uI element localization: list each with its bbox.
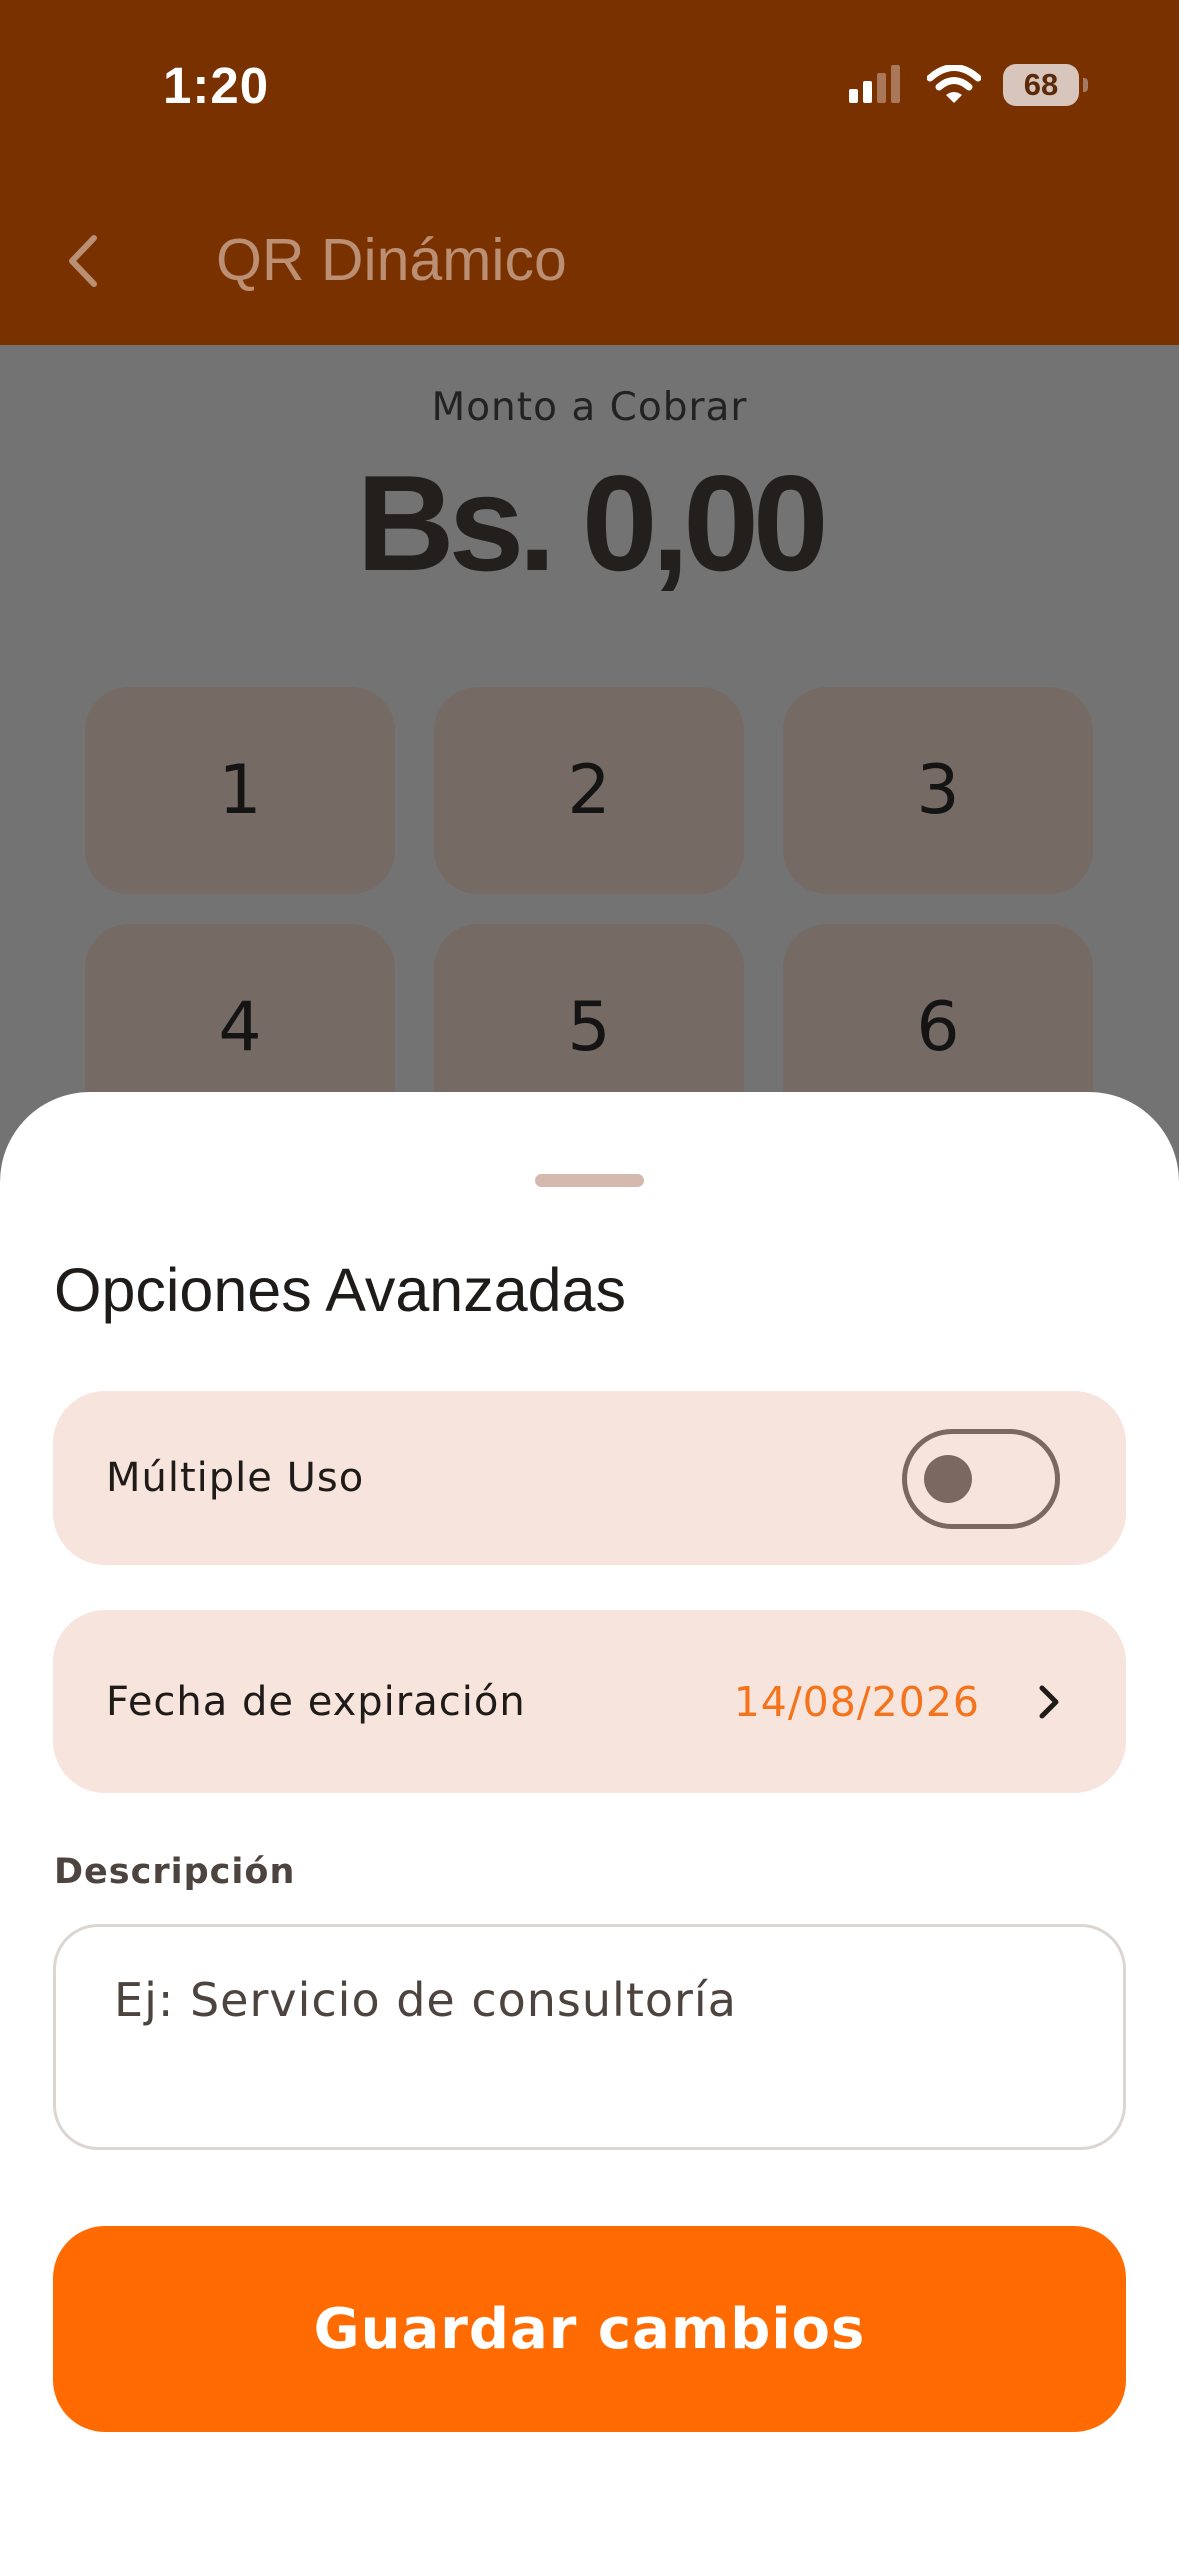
keypad-key-2[interactable]: 2: [434, 687, 744, 894]
toggle-knob: [924, 1455, 972, 1503]
sheet-title: Opciones Avanzadas: [54, 1256, 626, 1324]
amount-value: Bs. 0,00: [356, 447, 828, 599]
battery-icon: 68: [1003, 64, 1088, 106]
page-title: QR Dinámico: [216, 227, 567, 293]
advanced-options-sheet: Opciones Avanzadas Múltiple Uso Fecha de…: [0, 1092, 1179, 2556]
battery-level: 68: [1023, 67, 1059, 102]
save-button[interactable]: Guardar cambios: [53, 2226, 1126, 2432]
description-field[interactable]: Ej: Servicio de consultoría: [53, 1924, 1126, 2150]
expiration-date-row[interactable]: Fecha de expiración 14/08/2026: [53, 1610, 1126, 1793]
sheet-grabber[interactable]: [535, 1174, 644, 1187]
battery-tip: [1083, 78, 1088, 92]
multiple-use-label: Múltiple Uso: [106, 1455, 365, 1501]
cellular-signal-icon: [849, 65, 900, 103]
wifi-icon: [927, 65, 981, 103]
keypad-key-3[interactable]: 3: [783, 687, 1093, 894]
chevron-left-icon[interactable]: [58, 226, 110, 296]
status-icons: 68: [847, 64, 1088, 106]
expiration-date-value: 14/08/2026: [733, 1677, 980, 1726]
description-placeholder: Ej: Servicio de consultoría: [114, 1973, 737, 2027]
screen: 1:20 68 QR Dinámico Monto a Cobrar Bs. 0…: [0, 0, 1179, 2556]
status-time: 1:20: [163, 57, 270, 114]
expiration-date-label: Fecha de expiración: [106, 1678, 526, 1725]
chevron-right-icon: [1039, 1685, 1059, 1719]
amount-label: Monto a Cobrar: [431, 385, 748, 430]
app-header: 1:20 68 QR Dinámico: [0, 0, 1179, 345]
keypad: 1 2 3 4 5 6: [85, 687, 1093, 1131]
multiple-use-row: Múltiple Uso: [53, 1391, 1126, 1565]
keypad-key-1[interactable]: 1: [85, 687, 395, 894]
multiple-use-toggle[interactable]: [902, 1429, 1060, 1529]
description-label: Descripción: [54, 1852, 296, 1892]
